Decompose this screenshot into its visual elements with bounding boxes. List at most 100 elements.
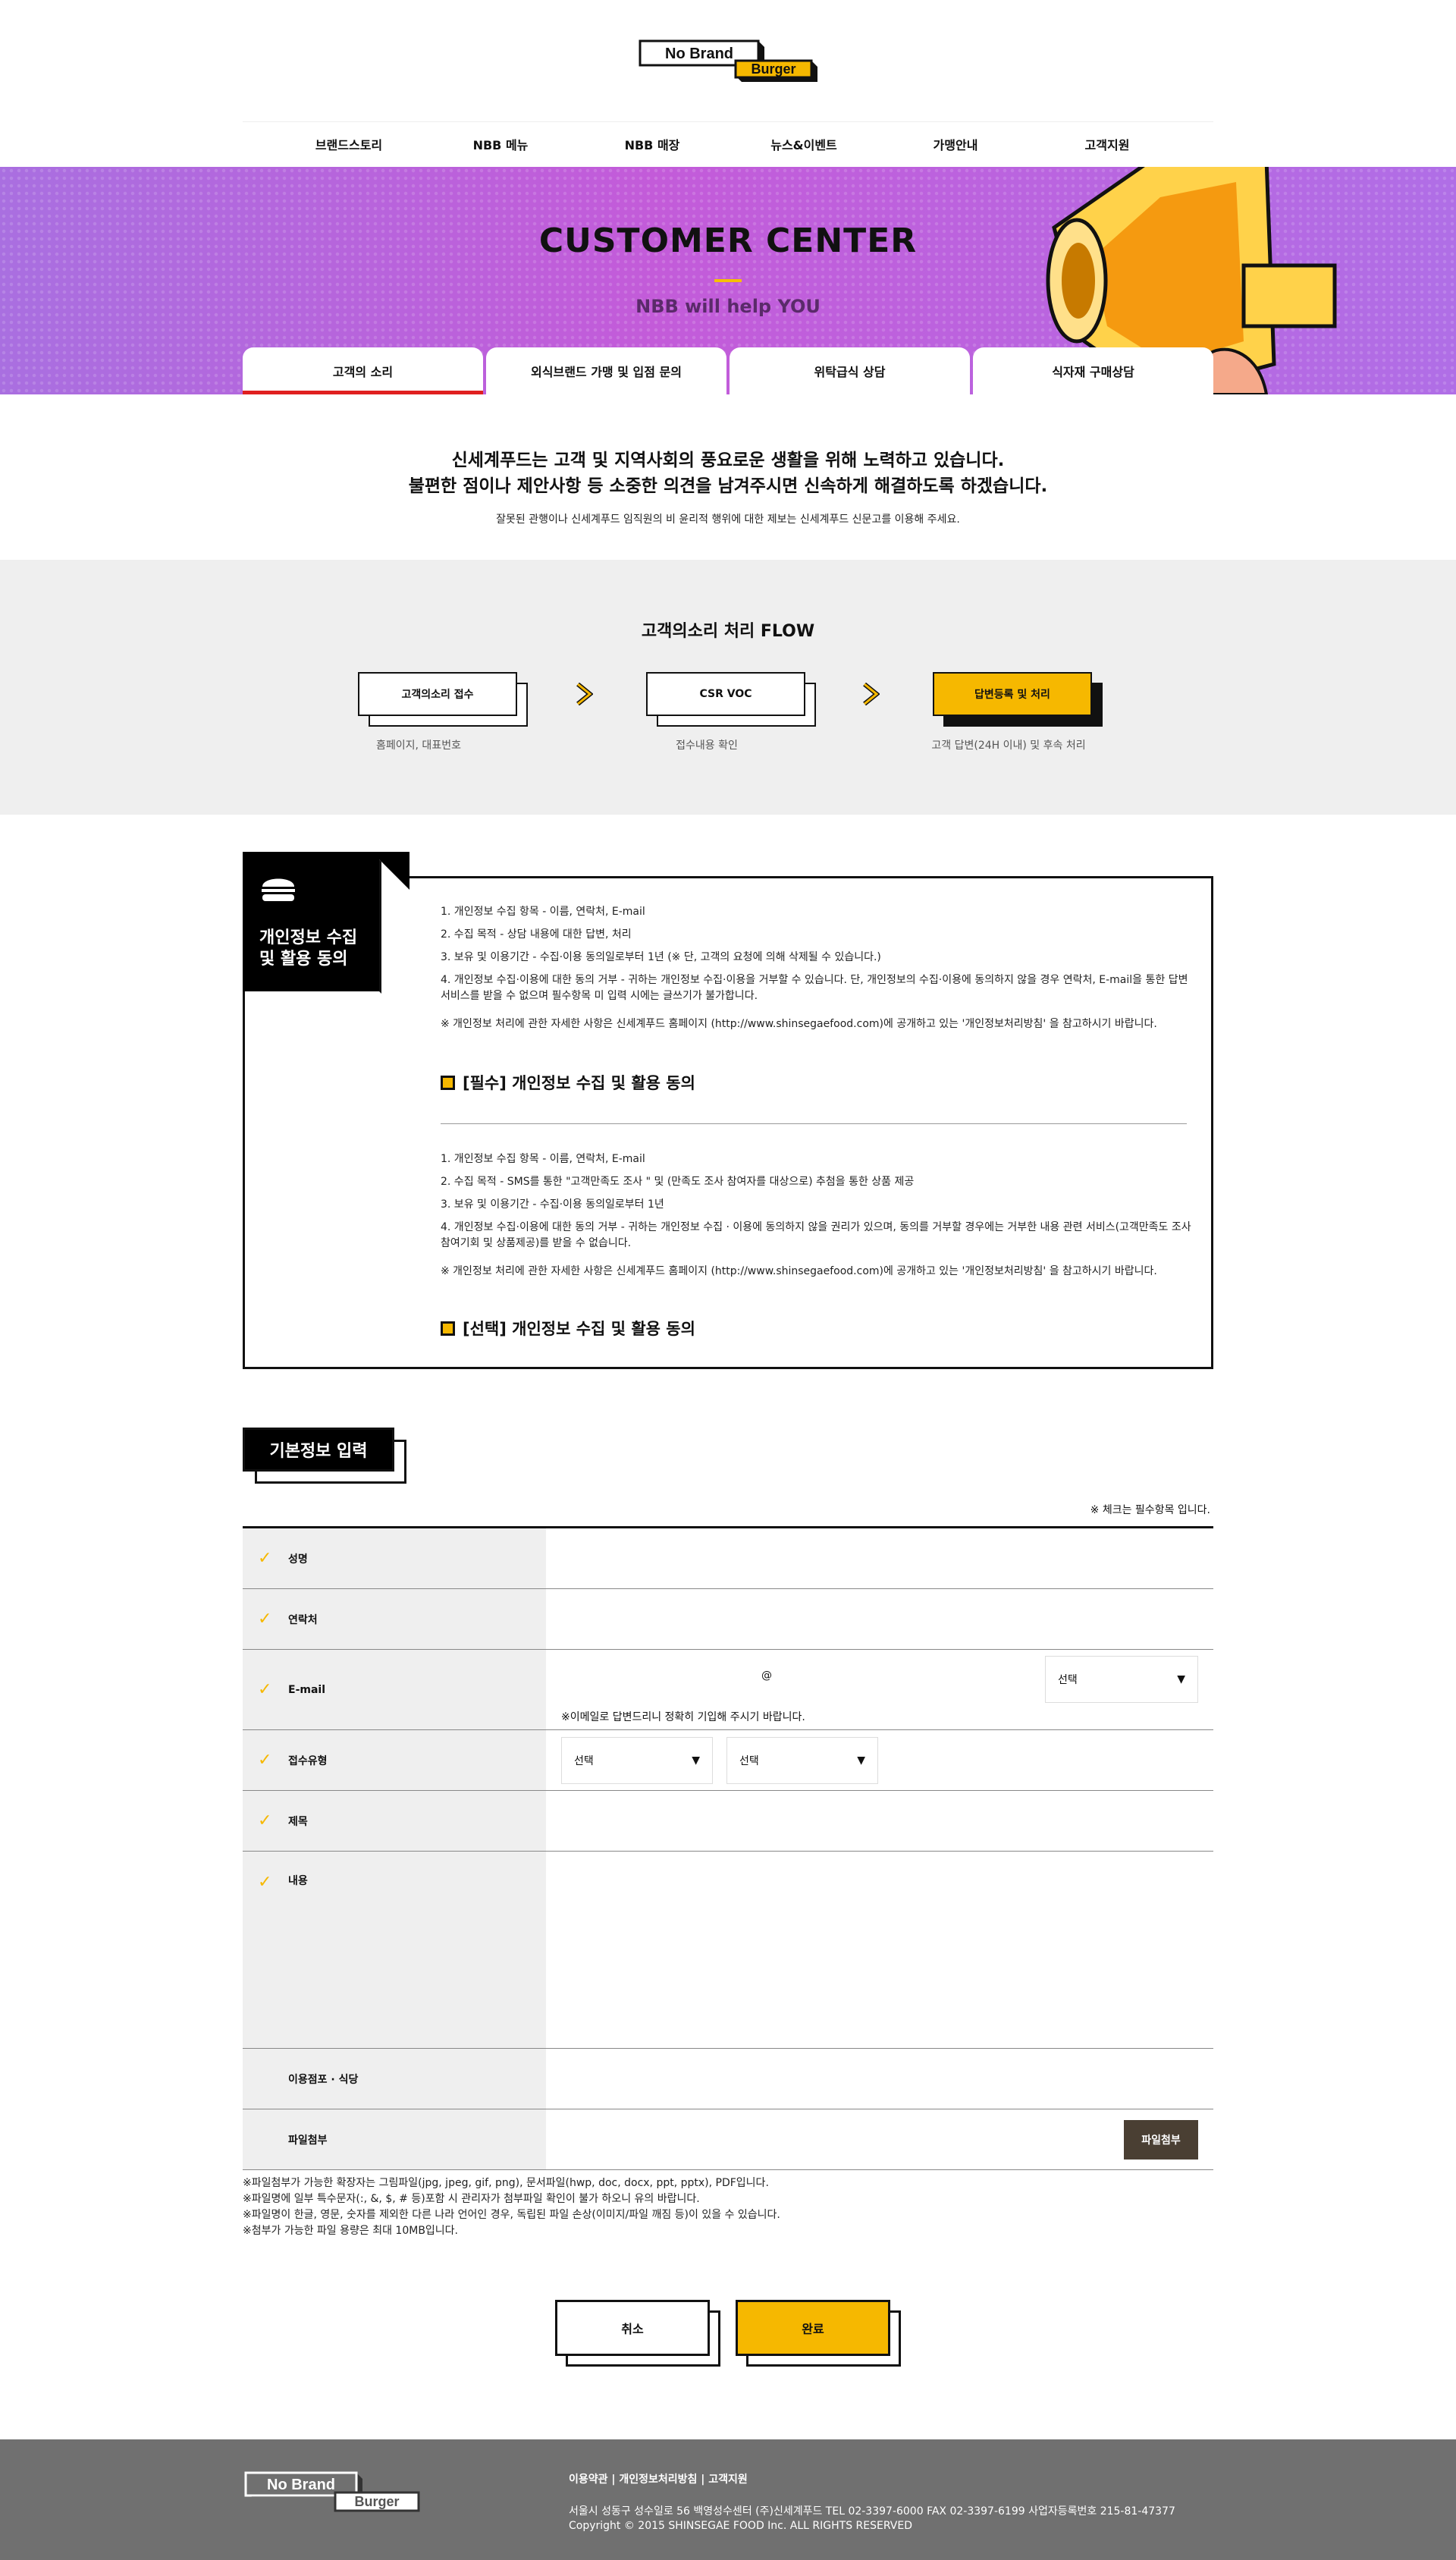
field-label: ✓ 접수유형: [243, 1730, 546, 1790]
footer-logo[interactable]: No Brand Burger: [243, 2470, 425, 2515]
note-line: ※파일명이 한글, 영문, 숫자를 제외한 다른 나라 언어인 경우, 독립된 …: [243, 2209, 780, 2221]
flow-step-3: 답변등록 및 처리: [933, 672, 1092, 716]
footer-copyright: Copyright © 2015 SHINSEGAE FOOD Inc. ALL…: [569, 2520, 912, 2532]
form-row-file: 파일첨부 파일첨부: [243, 2109, 1213, 2170]
submit-button[interactable]: 완료: [736, 2300, 890, 2356]
consent-title-line1: 개인정보 수집: [259, 928, 358, 947]
nav-news[interactable]: 뉴스&이벤트: [743, 135, 864, 153]
label-content: 내용: [288, 1875, 308, 1887]
checkbox-icon[interactable]: [441, 1321, 455, 1336]
flow-caption-2: 접수내용 확인: [676, 740, 738, 752]
check-icon: ✓: [258, 1549, 272, 1568]
intro-line2: 불편한 점이나 제안사항 등 소중한 의견을 남겨주시면 신속하게 해결하도록 …: [408, 476, 1048, 496]
tab-bar: 고객의 소리 외식브랜드 가맹 및 입점 문의 위탁급식 상담 식자재 구매상담: [243, 347, 1213, 394]
term-line: 2. 수집 목적 - SMS를 통한 "고객만족도 조사 " 및 (만족도 조사…: [441, 1176, 915, 1188]
dropdown-icon: ▼: [857, 1754, 865, 1767]
name-field[interactable]: [546, 1528, 1213, 1588]
required-consent-checkbox[interactable]: [필수] 개인정보 수집 및 활용 동의: [441, 1071, 695, 1094]
term-line: 3. 보유 및 이용기간 - 수집·이용 동의일로부터 1년 (※ 단, 고객의…: [441, 951, 881, 963]
site-footer: No Brand Burger 이용약관 | 개인정보처리방침 | 고객지원 서…: [0, 2439, 1456, 2560]
label-name: 성명: [288, 1553, 308, 1566]
flow-title: 고객의소리 처리 FLOW: [641, 622, 815, 641]
email-domain-select[interactable]: 선택 ▼: [1045, 1656, 1198, 1703]
required-note: ※ 체크는 필수항목 입니다.: [1090, 1504, 1210, 1516]
check-icon: ✓: [258, 1811, 272, 1830]
email-note: ※이메일로 답변드리니 정확히 기입해 주시기 바랍니다.: [561, 1711, 805, 1723]
hero-banner: CUSTOMER CENTER NBB will help YOU 고객의 소리…: [0, 167, 1456, 394]
required-consent-label: [필수] 개인정보 수집 및 활용 동의: [463, 1074, 695, 1092]
label-file: 파일첨부: [288, 2134, 328, 2147]
email-id-input[interactable]: [561, 1656, 758, 1703]
footer-logo-top: No Brand: [267, 2477, 335, 2493]
type-group: 선택 ▼ 선택 ▼: [546, 1730, 1213, 1790]
term-line: 4. 개인정보 수집·이용에 대한 동의 거부 - 귀하는 개인정보 수집 · …: [441, 1221, 1191, 1249]
intro-line1: 신세계푸드는 고객 및 지역사회의 풍요로운 생활을 위해 노력하고 있습니다.: [451, 451, 1005, 470]
footer-logo-bottom: Burger: [354, 2494, 399, 2509]
form-row-type: ✓ 접수유형 선택 ▼ 선택 ▼: [243, 1730, 1213, 1791]
logo-text-top: No Brand: [665, 46, 733, 62]
field-label: ✓ 연락처: [243, 1589, 546, 1649]
label-type: 접수유형: [288, 1754, 328, 1767]
email-group: @ 선택 ▼ ※이메일로 답변드리니 정확히 기입해 주시기 바랍니다.: [546, 1650, 1213, 1729]
cancel-button[interactable]: 취소: [555, 2300, 710, 2356]
term-line: 2. 수집 목적 - 상담 내용에 대한 답변, 처리: [441, 928, 632, 941]
type-select-2[interactable]: 선택 ▼: [726, 1737, 878, 1784]
label-subject: 제목: [288, 1815, 308, 1828]
file-attach-button[interactable]: 파일첨부: [1124, 2120, 1198, 2160]
nav-menu[interactable]: NBB 메뉴: [440, 135, 561, 153]
term-line: 1. 개인정보 수집 항목 - 이름, 연락처, E-mail: [441, 906, 645, 918]
nav-stores[interactable]: NBB 매장: [592, 135, 713, 153]
main-nav: 브랜드스토리 NBB 메뉴 NBB 매장 뉴스&이벤트 가맹안내 고객지원: [243, 121, 1213, 165]
field-label: ✓ E-mail: [243, 1650, 546, 1729]
field-label: 파일첨부: [243, 2109, 546, 2169]
term-line: 1. 개인정보 수집 항목 - 이름, 연락처, E-mail: [441, 1153, 645, 1165]
file-group: 파일첨부: [546, 2109, 1213, 2169]
optional-consent-checkbox[interactable]: [선택] 개인정보 수집 및 활용 동의: [441, 1317, 695, 1340]
field-label: ✓ 제목: [243, 1791, 546, 1851]
consent-title-line2: 및 활용 동의: [259, 950, 348, 969]
logo[interactable]: No Brand Burger: [637, 38, 819, 83]
flow-step-1: 고객의소리 접수: [358, 672, 517, 716]
flow-caption-1: 홈페이지, 대표번호: [376, 740, 461, 752]
label-phone: 연락처: [288, 1613, 318, 1626]
logo-text-bottom: Burger: [751, 61, 795, 77]
nav-brand-story[interactable]: 브랜드스토리: [288, 135, 410, 153]
email-at: @: [761, 1669, 772, 1682]
dropdown-icon: ▼: [1177, 1673, 1185, 1685]
required-terms: 1. 개인정보 수집 항목 - 이름, 연락처, E-mail 2. 수집 목적…: [441, 904, 1191, 1039]
subject-field[interactable]: [546, 1791, 1213, 1851]
intro-note: 잘못된 관행이나 신세계푸드 임직원의 비 윤리적 행위에 대한 제보는 신세계…: [496, 514, 960, 526]
tab-customer-voice[interactable]: 고객의 소리: [243, 347, 483, 394]
store-field[interactable]: [546, 2049, 1213, 2109]
form-row-content: ✓ 내용: [243, 1852, 1213, 2049]
email-domain-input[interactable]: [781, 1656, 978, 1703]
check-icon: ✓: [258, 1751, 272, 1770]
note-line: ※파일첨부가 가능한 확장자는 그림파일(jpg, jpeg, gif, png…: [243, 2177, 769, 2189]
tab-franchise-inquiry[interactable]: 외식브랜드 가맹 및 입점 문의: [486, 347, 726, 394]
site-header: No Brand Burger 브랜드스토리 NBB 메뉴 NBB 매장 뉴스&…: [0, 0, 1456, 167]
divider: [441, 1123, 1187, 1124]
type-select-1[interactable]: 선택 ▼: [561, 1737, 713, 1784]
content-textarea[interactable]: [546, 1852, 1213, 2048]
tab-catering[interactable]: 위탁급식 상담: [730, 347, 970, 394]
select-value: 선택: [739, 1755, 759, 1767]
phone-field[interactable]: [546, 1589, 1213, 1649]
nav-support[interactable]: 고객지원: [1046, 135, 1168, 153]
nav-franchise[interactable]: 가맹안내: [895, 135, 1016, 153]
optional-consent-label: [선택] 개인정보 수집 및 활용 동의: [463, 1320, 695, 1338]
burger-icon: [262, 878, 295, 901]
term-line: 3. 보유 및 이용기간 - 수집·이용 동의일로부터 1년: [441, 1198, 664, 1211]
form-row-store: 이용점포 · 식당: [243, 2049, 1213, 2109]
consent-title-badge: 개인정보 수집및 활용 동의: [243, 852, 410, 1022]
check-icon: ✓: [258, 1873, 272, 1892]
footer-links[interactable]: 이용약관 | 개인정보처리방침 | 고객지원: [569, 2471, 748, 2486]
form-row-name: ✓ 성명: [243, 1528, 1213, 1589]
check-icon: ✓: [258, 1680, 272, 1699]
check-icon: ✓: [258, 1610, 272, 1629]
select-value: 선택: [574, 1755, 594, 1767]
tab-ingredients[interactable]: 식자재 구매상담: [973, 347, 1213, 394]
consent-title: 개인정보 수집및 활용 동의: [259, 928, 357, 970]
note-line: ※첨부가 가능한 파일 용량은 최대 10MB입니다.: [243, 2225, 459, 2237]
field-label: ✓ 내용: [243, 1852, 546, 2048]
checkbox-icon[interactable]: [441, 1075, 455, 1090]
